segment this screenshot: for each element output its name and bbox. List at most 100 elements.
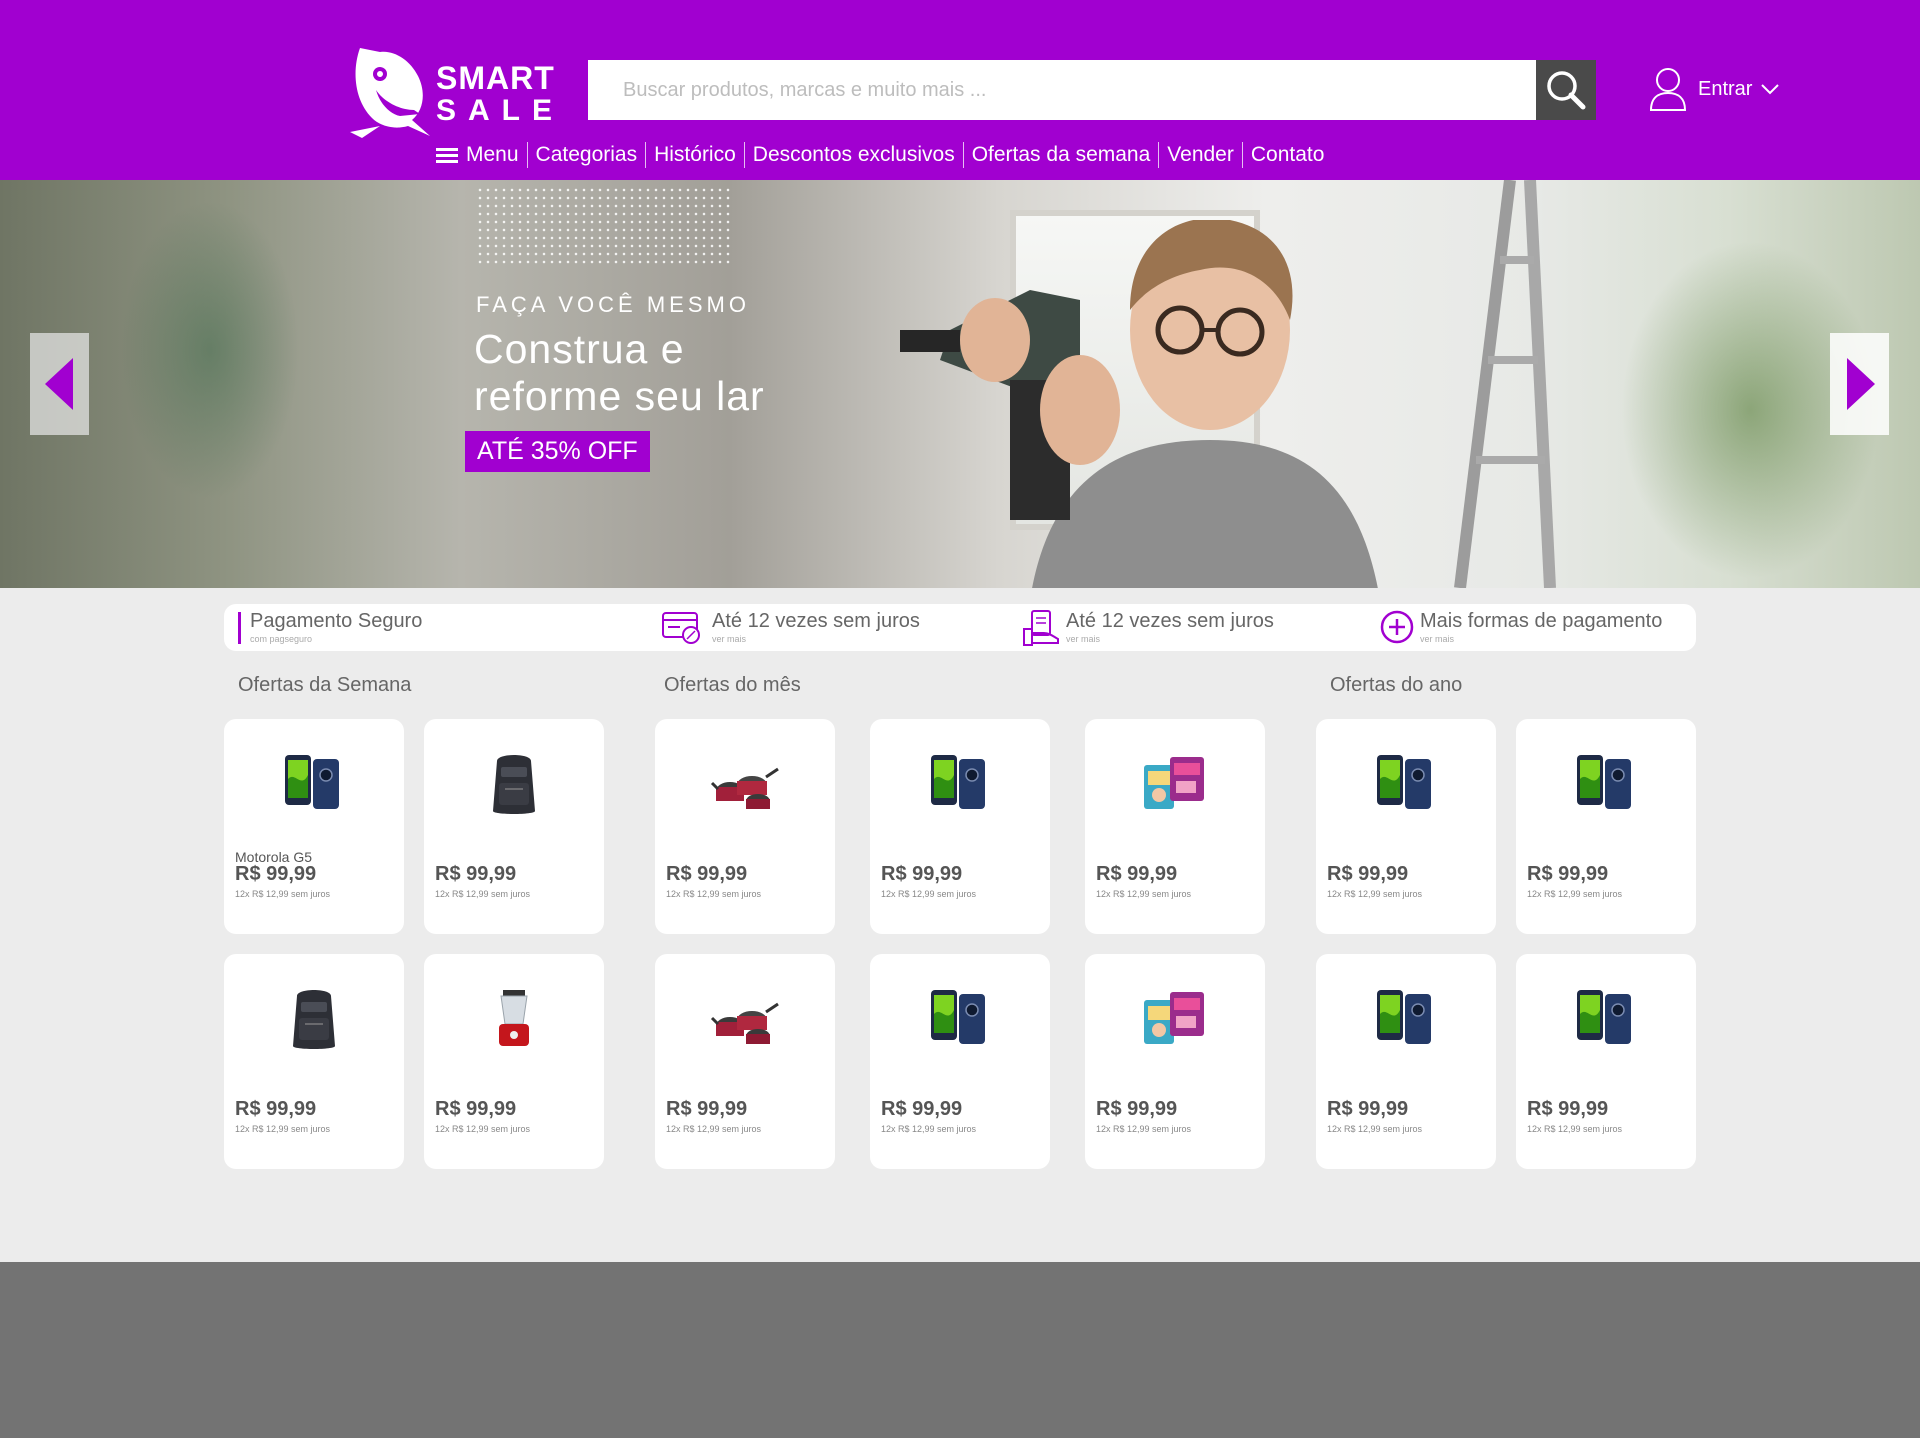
product-price: R$ 99,99 [1527, 1098, 1609, 1120]
product-card[interactable]: R$ 99,99 12x R$ 12,99 sem juros [1085, 719, 1265, 934]
banner-title: Construa e reforme seu lar [474, 326, 765, 419]
section-title-ofertas-semana: Ofertas da Semana [238, 674, 412, 696]
product-price: R$ 99,99 [666, 1098, 748, 1120]
product-price: R$ 99,99 [1527, 863, 1609, 885]
backpack-image [493, 755, 535, 814]
search-input[interactable] [588, 60, 1536, 120]
carousel-next-button[interactable] [1830, 333, 1889, 435]
product-installments: 12x R$ 12,99 sem juros [666, 1124, 762, 1134]
product-installments: 12x R$ 12,99 sem juros [1096, 1124, 1192, 1134]
payment-installments-hand[interactable]: Até 12 vezes sem juros ver mais [1022, 604, 1362, 651]
payment-subtitle[interactable]: ver mais [1066, 634, 1100, 644]
logo-line2: SALE [436, 94, 565, 127]
chevron-down-icon [1761, 84, 1780, 95]
main-nav: Menu Categorias Histórico Descontos excl… [434, 140, 1332, 170]
product-card[interactable]: R$ 99,99 12x R$ 12,99 sem juros [1516, 954, 1696, 1169]
smartphone-image [1577, 755, 1631, 809]
owl-logo-icon [350, 48, 430, 138]
payment-title: Até 12 vezes sem juros [712, 610, 920, 632]
product-price: R$ 99,99 [235, 863, 317, 885]
banner-discount-badge[interactable]: ATÉ 35% OFF [465, 431, 650, 472]
nav-item-menu[interactable]: Menu [434, 142, 527, 168]
product-installments: 12x R$ 12,99 sem juros [435, 889, 531, 899]
nav-item-label: Menu [466, 143, 519, 166]
hand-money-icon [1023, 610, 1059, 646]
product-price: R$ 99,99 [1327, 863, 1409, 885]
payment-secure[interactable]: Pagamento Seguro com pagseguro [238, 604, 638, 651]
product-card[interactable]: R$ 99,99 12x R$ 12,99 sem juros [224, 954, 404, 1169]
product-price: R$ 99,99 [235, 1098, 317, 1120]
product-installments: 12x R$ 12,99 sem juros [1327, 1124, 1423, 1134]
section-title-ofertas-mes: Ofertas do mês [664, 674, 801, 696]
hero-banner[interactable]: FAÇA VOCÊ MESMO Construa e reforme seu l… [0, 180, 1920, 588]
product-card[interactable]: R$ 99,99 12x R$ 12,99 sem juros [1316, 954, 1496, 1169]
banner-kicker: FAÇA VOCÊ MESMO [476, 292, 750, 317]
payment-info-strip: Pagamento Seguro com pagseguro Até 12 ve… [224, 604, 1696, 651]
search-icon [1547, 71, 1586, 110]
banner-plant-left [120, 200, 300, 500]
banner-ladder-image [1454, 180, 1556, 588]
logo-line1: SMART [436, 60, 555, 96]
cookware-set-image [710, 767, 779, 809]
product-price: R$ 99,99 [435, 863, 517, 885]
smartphone-image [931, 990, 985, 1044]
product-price: R$ 99,99 [1096, 863, 1178, 885]
product-card[interactable]: R$ 99,99 12x R$ 12,99 sem juros [1085, 954, 1265, 1169]
product-installments: 12x R$ 12,99 sem juros [1527, 1124, 1623, 1134]
nav-item-vender[interactable]: Vender [1158, 142, 1242, 168]
product-card[interactable]: R$ 99,99 12x R$ 12,99 sem juros [655, 719, 835, 934]
product-installments: 12x R$ 12,99 sem juros [666, 889, 762, 899]
product-price: R$ 99,99 [666, 863, 748, 885]
arrow-left-icon [44, 358, 73, 410]
product-card[interactable]: R$ 99,99 12x R$ 12,99 sem juros [870, 954, 1050, 1169]
search-button[interactable] [1536, 60, 1596, 120]
smartphone-image [1577, 990, 1631, 1044]
smartphone-image [1377, 990, 1431, 1044]
logo-wordmark: SMART SALE [436, 62, 564, 126]
nav-item-contato[interactable]: Contato [1241, 142, 1333, 168]
product-card[interactable]: R$ 99,99 12x R$ 12,99 sem juros [424, 954, 604, 1169]
plus-circle-icon [1380, 610, 1414, 644]
cookware-set-image [710, 1002, 779, 1044]
nav-item-historico[interactable]: Histórico [645, 142, 744, 168]
banner-woman-with-drill-image [900, 220, 1378, 588]
product-price: R$ 99,99 [435, 1098, 517, 1120]
payment-subtitle[interactable]: ver mais [1420, 634, 1454, 644]
payment-more-options[interactable]: Mais formas de pagamento ver mais [1380, 604, 1690, 651]
payment-installments-card[interactable]: Até 12 vezes sem juros ver mais [662, 604, 1002, 651]
product-price: R$ 99,99 [881, 1098, 963, 1120]
site-header: SMART SALE Entrar Menu Categorias [0, 0, 1920, 180]
banner-dot-pattern [476, 186, 734, 266]
product-card[interactable]: R$ 99,99 12x R$ 12,99 sem juros [1516, 719, 1696, 934]
product-installments: 12x R$ 12,99 sem juros [1327, 889, 1423, 899]
product-installments: 12x R$ 12,99 sem juros [1096, 889, 1192, 899]
nav-item-descontos-exclusivos[interactable]: Descontos exclusivos [743, 142, 963, 168]
site-footer [0, 1262, 1920, 1438]
product-card[interactable]: R$ 99,99 12x R$ 12,99 sem juros [1316, 719, 1496, 934]
backpack-image [293, 990, 335, 1049]
payment-subtitle[interactable]: ver mais [712, 634, 746, 644]
product-installments: 12x R$ 12,99 sem juros [235, 889, 331, 899]
product-card[interactable]: R$ 99,99 12x R$ 12,99 sem juros [655, 954, 835, 1169]
carousel-prev-button[interactable] [30, 333, 89, 435]
product-price: R$ 99,99 [1096, 1098, 1178, 1120]
product-card[interactable]: Motorola G5 R$ 99,99 12x R$ 12,99 sem ju… [224, 719, 404, 934]
product-price: R$ 99,99 [1327, 1098, 1409, 1120]
hamburger-icon [436, 148, 458, 163]
product-installments: 12x R$ 12,99 sem juros [881, 1124, 977, 1134]
product-installments: 12x R$ 12,99 sem juros [235, 1124, 331, 1134]
section-title-ofertas-ano: Ofertas do ano [1330, 674, 1463, 696]
smartphone-image [285, 755, 339, 809]
product-installments: 12x R$ 12,99 sem juros [435, 1124, 531, 1134]
payment-title: Até 12 vezes sem juros [1066, 610, 1274, 632]
login-button[interactable]: Entrar [1648, 66, 1780, 112]
smart-sale-logo[interactable]: SMART SALE [350, 40, 555, 140]
product-card[interactable]: R$ 99,99 12x R$ 12,99 sem juros [424, 719, 604, 934]
payment-subtitle[interactable]: com pagseguro [250, 634, 312, 644]
nav-item-ofertas-da-semana[interactable]: Ofertas da semana [962, 142, 1159, 168]
nav-item-categorias[interactable]: Categorias [526, 142, 646, 168]
accent-divider [238, 612, 241, 644]
product-installments: 12x R$ 12,99 sem juros [1527, 889, 1623, 899]
product-card[interactable]: R$ 99,99 12x R$ 12,99 sem juros [870, 719, 1050, 934]
smartphone-image [1377, 755, 1431, 809]
